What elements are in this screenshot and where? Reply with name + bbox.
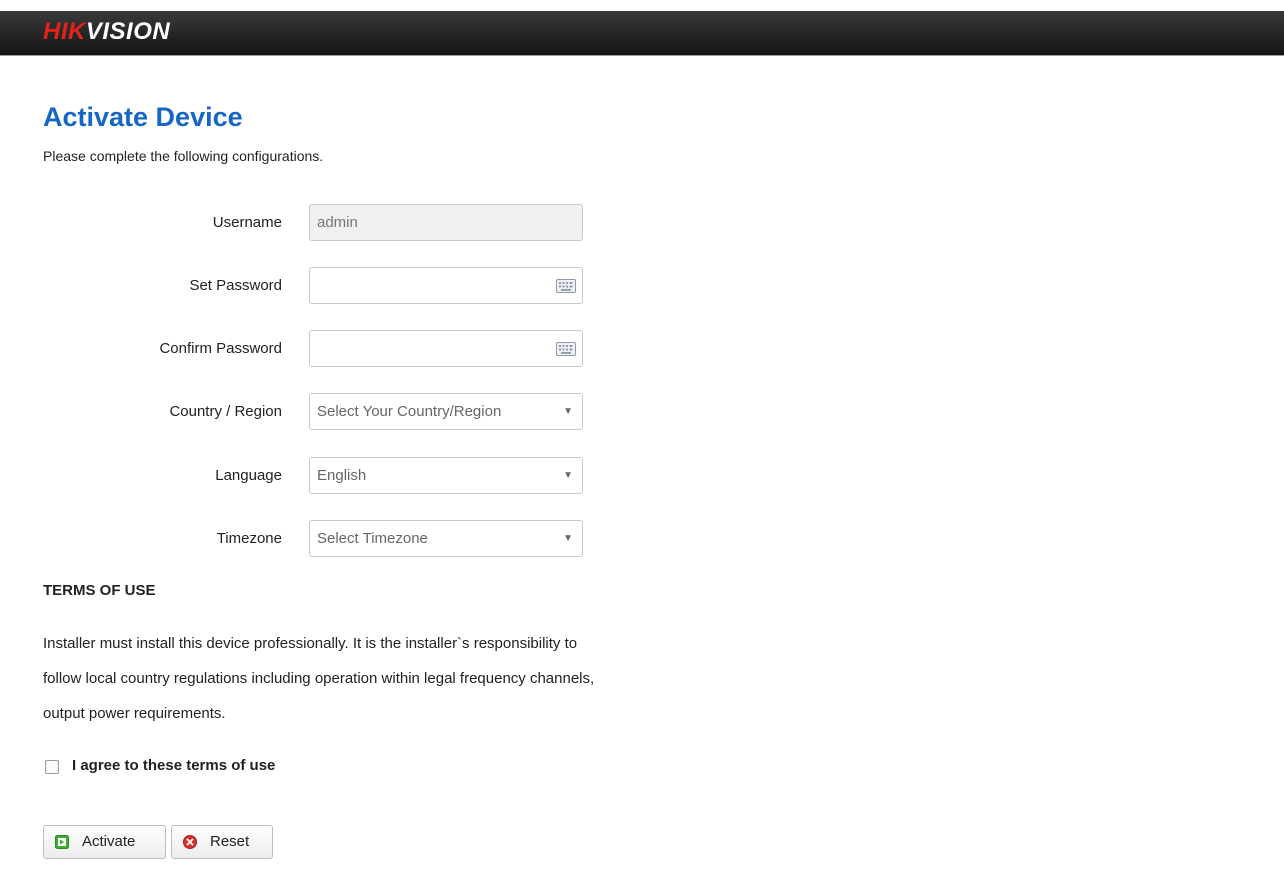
keyboard-icon[interactable] — [556, 279, 576, 293]
timezone-selected-value: Select Timezone — [317, 530, 428, 547]
reset-button-label: Reset — [210, 833, 250, 850]
confirm-password-row: Confirm Password — [0, 329, 600, 369]
country-selected-value: Select Your Country/Region — [317, 403, 502, 420]
set-password-input[interactable] — [310, 268, 547, 303]
confirm-password-label: Confirm Password — [159, 340, 282, 357]
terms-line: Installer must install this device profe… — [43, 635, 578, 652]
chevron-down-icon: ▼ — [563, 406, 573, 417]
set-password-field-box — [309, 267, 583, 304]
activate-button-label: Activate — [82, 833, 136, 850]
username-input[interactable] — [310, 205, 547, 240]
timezone-row: Timezone Select Timezone ▼ — [0, 519, 600, 559]
language-select[interactable]: English ▼ — [309, 457, 583, 494]
agree-terms-checkbox[interactable] — [45, 760, 59, 774]
set-password-label: Set Password — [189, 277, 282, 294]
country-label: Country / Region — [169, 403, 282, 420]
username-row: Username — [0, 203, 600, 243]
top-bar: HIKVISION — [0, 11, 1284, 56]
username-label: Username — [212, 214, 282, 231]
reset-button[interactable]: Reset — [171, 825, 273, 859]
confirm-password-field-box — [309, 330, 583, 367]
language-selected-value: English — [317, 467, 367, 484]
play-icon — [55, 835, 69, 849]
page-subtitle: Please complete the following configurat… — [43, 148, 324, 164]
terms-line: output power requirements. — [43, 705, 226, 722]
username-field-box — [309, 204, 583, 241]
timezone-label: Timezone — [216, 530, 282, 547]
chevron-down-icon: ▼ — [563, 533, 573, 544]
activate-button[interactable]: Activate — [43, 825, 166, 859]
chevron-down-icon: ▼ — [563, 470, 573, 481]
terms-heading: TERMS OF USE — [43, 582, 156, 599]
terms-line: follow local country regulations includi… — [43, 670, 595, 687]
keyboard-icon[interactable] — [556, 342, 576, 356]
page-title: Activate Device — [43, 102, 243, 132]
language-row: Language English ▼ — [0, 456, 600, 496]
terms-text: Installer must install this device profe… — [43, 626, 703, 731]
agree-terms-label[interactable]: I agree to these terms of use — [72, 757, 275, 774]
confirm-password-input[interactable] — [310, 331, 547, 366]
close-icon — [183, 835, 197, 849]
country-select[interactable]: Select Your Country/Region ▼ — [309, 393, 583, 430]
set-password-row: Set Password — [0, 266, 600, 306]
hikvision-logo: HIKVISION — [43, 18, 171, 45]
language-label: Language — [215, 467, 282, 484]
country-row: Country / Region Select Your Country/Reg… — [0, 392, 600, 432]
timezone-select[interactable]: Select Timezone ▼ — [309, 520, 583, 557]
